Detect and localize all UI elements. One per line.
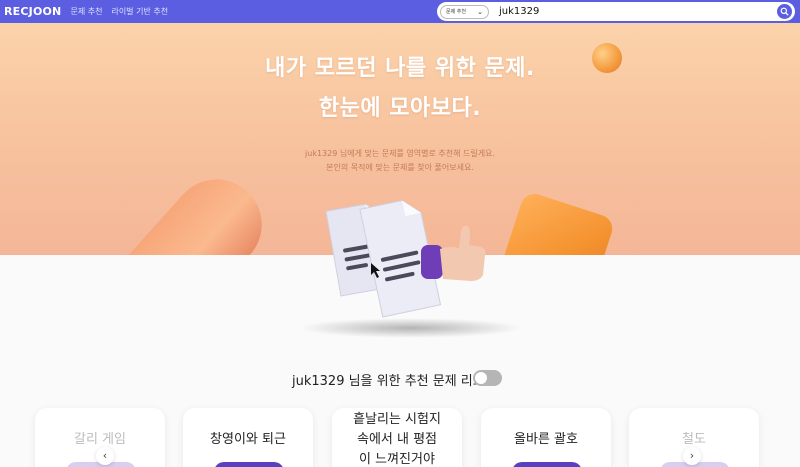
search-bar: 문제 추천 ⌄ juk1329 xyxy=(437,2,795,21)
illustration-shadow xyxy=(298,318,523,338)
chevron-left-icon: ‹ xyxy=(102,449,108,462)
search-input[interactable]: juk1329 xyxy=(499,6,539,17)
toggle-knob xyxy=(475,372,487,384)
search-type-label: 문제 추천 xyxy=(446,9,466,15)
chevron-right-icon: › xyxy=(689,449,695,462)
hero-subtitle-line2: 본인의 목적에 맞는 문제를 찾아 풀어보세요. xyxy=(326,163,474,172)
problem-card[interactable]: 창영이와 퇴근 xyxy=(183,408,313,467)
problem-card[interactable]: 흩날리는 시험지 속에서 내 평점이 느껴진거야 xyxy=(332,408,462,467)
problem-card-button[interactable] xyxy=(214,462,284,467)
decor-cube xyxy=(499,190,616,255)
chevron-down-icon: ⌄ xyxy=(477,7,483,16)
hero-subtitle: juk1329 님에게 맞는 문제를 영역별로 추천해 드릴게요. xyxy=(305,149,495,158)
decor-cylinder xyxy=(119,160,281,255)
search-icon xyxy=(780,7,789,16)
recommend-list-heading: juk1329 님을 위한 추천 문제 리스트 xyxy=(292,374,497,389)
carousel-next-button[interactable]: › xyxy=(683,447,701,465)
search-button[interactable] xyxy=(777,4,792,19)
documents-hand-illustration xyxy=(325,199,486,318)
hero-title: 내가 모르던 나를 위한 문제. xyxy=(265,56,535,81)
hero-title-line2: 한눈에 모아보다. xyxy=(318,96,482,121)
problem-card[interactable]: 올바른 괄호 xyxy=(481,408,611,467)
search-type-select[interactable]: 문제 추천 ⌄ xyxy=(440,4,489,19)
problem-card-button[interactable] xyxy=(512,462,582,467)
logo[interactable]: RECJOON xyxy=(4,5,61,18)
problem-card-title: 창영이와 퇴근 xyxy=(210,432,286,447)
top-nav: RECJOON 문제 추천 라이벌 기반 추천 문제 추천 ⌄ juk1329 xyxy=(0,0,800,23)
list-toggle[interactable] xyxy=(473,370,502,386)
problem-card-title: 올바른 괄호 xyxy=(514,432,578,447)
problem-card-title: 흩날리는 시험지 속에서 내 평점이 느껴진거야 xyxy=(353,412,441,467)
nav-link-recommend[interactable]: 문제 추천 xyxy=(70,6,102,17)
carousel-prev-button[interactable]: ‹ xyxy=(96,447,114,465)
nav-link-rival-recommend[interactable]: 라이벌 기반 추천 xyxy=(111,6,168,17)
